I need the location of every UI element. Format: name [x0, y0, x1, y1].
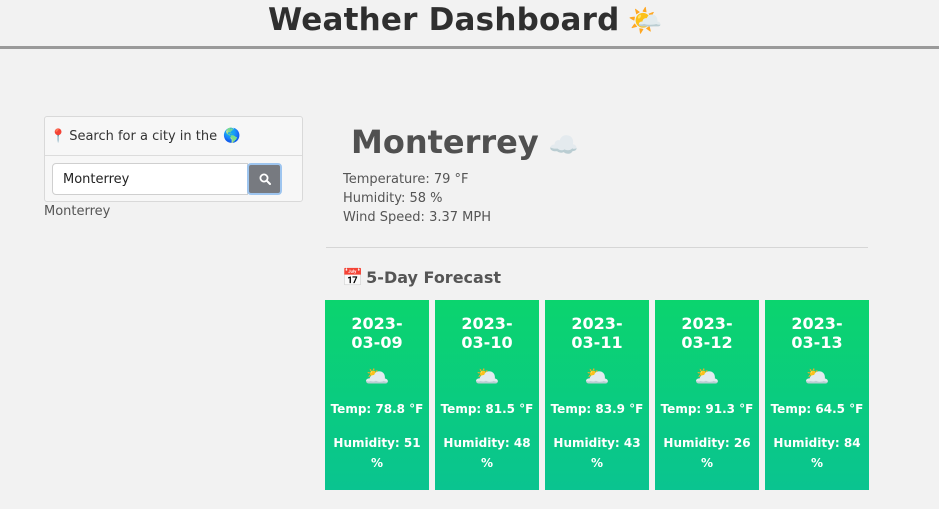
page-title: Weather Dashboard 🌤️	[268, 2, 663, 38]
forecast-humidity: Humidity: 51 %	[333, 436, 421, 470]
page-title-text: Weather Dashboard	[268, 2, 620, 38]
cloud-icon: 🌥️	[364, 364, 390, 388]
forecast-title: 📅 5-Day Forecast	[342, 268, 501, 288]
globe-icon: 🌎	[223, 128, 241, 144]
forecast-temp: Temp: 64.5 °F	[770, 402, 864, 416]
forecast-humidity: Humidity: 48 %	[443, 436, 531, 470]
section-divider	[326, 247, 868, 248]
search-panel: 📍 Search for a city in the 🌎	[44, 116, 303, 202]
forecast-temp: Temp: 81.5 °F	[440, 402, 534, 416]
search-history-item[interactable]: Monterrey	[44, 204, 110, 219]
search-icon	[259, 173, 271, 185]
sun-behind-cloud-icon: 🌤️	[627, 4, 663, 37]
forecast-date: 2023- 03-13	[791, 314, 843, 352]
city-title: Monterrey ☁️	[351, 123, 579, 161]
forecast-date: 2023- 03-11	[571, 314, 623, 352]
forecast-card: 2023- 03-11 🌥️ Temp: 83.9 °F Humidity: 43…	[545, 300, 649, 490]
forecast-humidity: Humidity: 26 %	[663, 436, 751, 470]
city-name: Monterrey	[351, 123, 539, 161]
search-input[interactable]	[52, 163, 248, 195]
forecast-title-text: 5-Day Forecast	[366, 268, 501, 287]
forecast-card: 2023- 03-10 🌥️ Temp: 81.5 °F Humidity: 48…	[435, 300, 539, 490]
cloud-icon: 🌥️	[584, 364, 610, 388]
search-panel-heading: 📍 Search for a city in the 🌎	[45, 117, 302, 156]
current-humidity: Humidity: 58 %	[343, 191, 443, 206]
current-wind-speed: Wind Speed: 3.37 MPH	[343, 210, 491, 225]
forecast-temp: Temp: 78.8 °F	[330, 402, 424, 416]
cloud-icon: 🌥️	[804, 364, 830, 388]
calendar-icon: 📅	[342, 268, 364, 288]
forecast-temp: Temp: 91.3 °F	[660, 402, 754, 416]
forecast-date: 2023- 03-09	[351, 314, 403, 352]
cloud-icon: 🌥️	[474, 364, 500, 388]
forecast-card: 2023- 03-12 🌥️ Temp: 91.3 °F Humidity: 26…	[655, 300, 759, 490]
forecast-date: 2023- 03-12	[681, 314, 733, 352]
forecast-date: 2023- 03-10	[461, 314, 513, 352]
pin-icon: 📍	[50, 129, 67, 144]
forecast-humidity: Humidity: 84 %	[773, 436, 861, 470]
search-button[interactable]	[247, 163, 282, 195]
forecast-card: 2023- 03-13 🌥️ Temp: 64.5 °F Humidity: 84…	[765, 300, 869, 490]
page-header: Weather Dashboard 🌤️	[0, 0, 939, 49]
forecast-humidity: Humidity: 43 %	[553, 436, 641, 470]
cloud-icon: ☁️	[548, 131, 579, 159]
forecast-temp: Temp: 83.9 °F	[550, 402, 644, 416]
search-heading-text: Search for a city in the	[69, 129, 218, 144]
forecast-card: 2023- 03-09 🌥️ Temp: 78.8 °F Humidity: 51…	[325, 300, 429, 490]
cloud-icon: 🌥️	[694, 364, 720, 388]
current-temperature: Temperature: 79 °F	[343, 172, 469, 187]
